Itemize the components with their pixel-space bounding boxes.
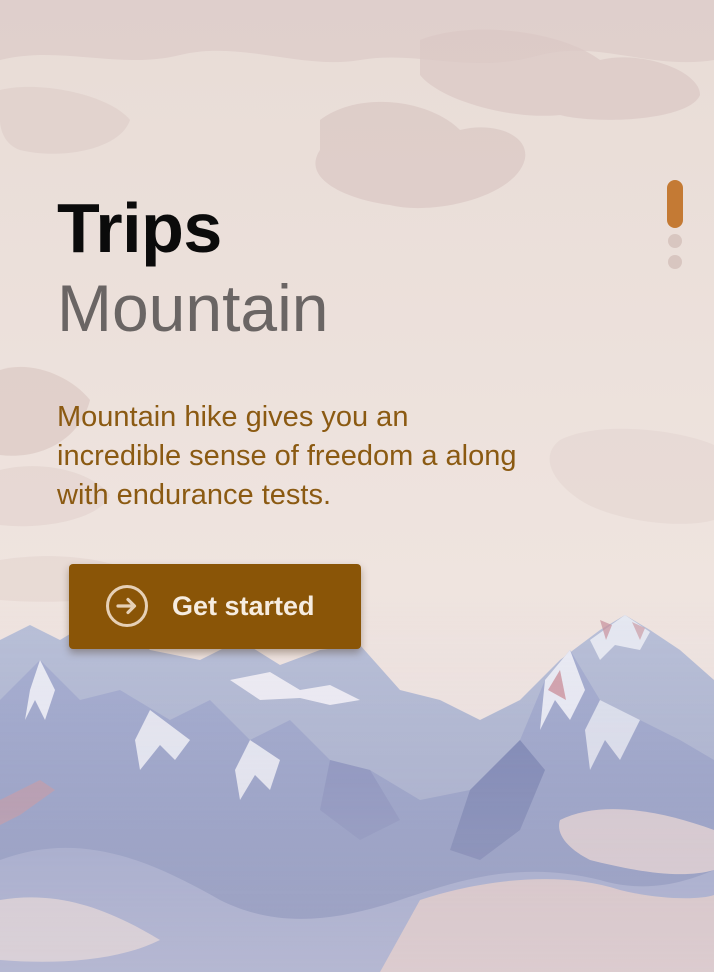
get-started-label: Get started: [172, 591, 315, 621]
page-title: Trips: [57, 189, 222, 267]
page-subtitle: Mountain: [57, 271, 329, 345]
description-text: Mountain hike gives you an incredible se…: [57, 401, 517, 511]
page-indicator-dot-2[interactable]: [668, 234, 682, 248]
get-started-button[interactable]: Get started: [69, 564, 361, 649]
page-indicator: [667, 180, 683, 270]
page-indicator-active[interactable]: [667, 180, 683, 228]
page-indicator-dot-3[interactable]: [668, 255, 682, 269]
arrow-right-circle-icon: [106, 585, 148, 627]
hero-content: Trips Mountain Mountain hike gives you a…: [57, 186, 577, 515]
